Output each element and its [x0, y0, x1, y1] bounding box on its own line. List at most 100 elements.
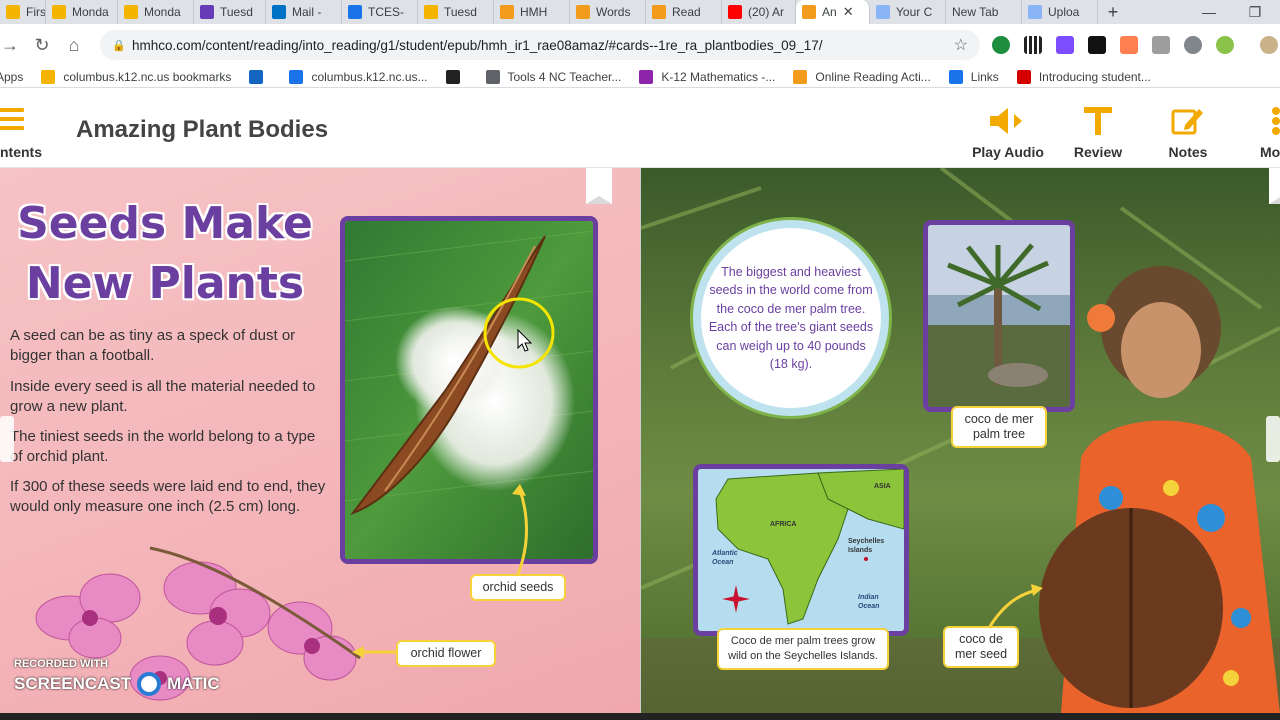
tab-favicon-icon — [424, 5, 438, 19]
browser-tab[interactable]: Mail - — [266, 0, 342, 24]
timer-extension-icon[interactable] — [1216, 36, 1234, 54]
tab-label: Mail - — [292, 5, 322, 19]
bookmark-item[interactable]: Links — [948, 69, 999, 84]
restore-button[interactable]: ❐ — [1232, 0, 1278, 24]
tab-list: First G Monda Monda Tuesd Mail - TCES- Tuesd HM… — [0, 0, 1098, 24]
close-tab-icon[interactable]: ✕ — [843, 4, 854, 20]
bookmark-item[interactable]: columbus.k12.nc.us bookmarks — [41, 69, 231, 84]
review-button[interactable]: Review — [1068, 102, 1128, 160]
orchid-flower-caption: orchid flower — [396, 640, 496, 667]
right-page: The biggest and heaviest seeds in the wo… — [641, 168, 1280, 713]
minimize-button[interactable]: — — [1186, 0, 1232, 24]
browser-tab[interactable]: HMH — [494, 0, 570, 24]
bookmark-label: columbus.k12.nc.us... — [311, 69, 428, 84]
browser-tab[interactable]: Tuesd — [418, 0, 494, 24]
bookmark-label: Apps — [0, 69, 24, 84]
browser-tab[interactable]: First G — [0, 0, 46, 24]
dark-extension-icon[interactable] — [1088, 36, 1106, 54]
browser-tab[interactable]: Monda — [46, 0, 118, 24]
bookmark-label: Tools 4 NC Teacher... — [507, 69, 622, 84]
puzzle-extension-icon[interactable] — [1056, 36, 1074, 54]
extension-green-icon[interactable] — [992, 36, 1010, 54]
more-button[interactable]: Mo — [1260, 102, 1280, 160]
page-icon — [289, 69, 304, 84]
tab-favicon-icon — [6, 5, 20, 19]
new-tab-button[interactable]: + — [1098, 0, 1128, 24]
gray-extension-icon[interactable] — [1184, 36, 1202, 54]
next-page-arrow[interactable] — [1266, 416, 1280, 462]
orchid-flower-pointer-arrow — [352, 646, 398, 658]
notes-pencil-icon — [1158, 102, 1218, 140]
map-africa: ASIA AFRICA Seychelles Islands Atlantic … — [693, 464, 909, 636]
bookmark-label: Introducing student... — [1038, 69, 1151, 84]
bookmark-item[interactable] — [249, 69, 271, 84]
browser-tab[interactable]: Uploa — [1022, 0, 1098, 24]
bookmark-item[interactable]: Introducing student... — [1016, 69, 1151, 84]
previous-page-arrow[interactable] — [0, 416, 14, 462]
bookmark-item[interactable]: Tools 4 NC Teacher... — [485, 69, 622, 84]
tab-favicon-icon — [1028, 5, 1042, 19]
bookmark-label: Links — [970, 69, 999, 84]
tab-label: First G — [26, 5, 46, 19]
page-bookmark-flag[interactable] — [586, 168, 612, 204]
book-title: Amazing Plant Bodies — [76, 116, 329, 143]
browser-tab[interactable]: Read — [646, 0, 722, 24]
play-audio-button[interactable]: Play Audio — [972, 102, 1044, 160]
browser-tab[interactable]: An ✕ — [796, 0, 870, 24]
lock-icon: 🔒 — [112, 40, 126, 52]
bookmark-item[interactable] — [445, 69, 468, 84]
url-text: hmhco.com/content/reading/into_reading/g… — [132, 37, 823, 53]
tab-favicon-icon — [52, 5, 66, 19]
tab-favicon-icon — [876, 5, 890, 19]
bookmark-item[interactable]: columbus.k12.nc.us... — [289, 69, 428, 84]
browser-tab[interactable]: Tuesd — [194, 0, 266, 24]
browser-tab[interactable]: New Tab — [946, 0, 1022, 24]
cursor-highlight — [483, 297, 555, 369]
seed-caption: coco de mer seed — [943, 626, 1019, 668]
tab-label: HMH — [520, 5, 548, 19]
chart-icon — [793, 69, 808, 84]
menu-icon[interactable] — [0, 108, 24, 130]
screencast-watermark: RECORDED WITH SCREENCAST MATIC — [14, 658, 220, 696]
reload-button[interactable]: ↻ — [26, 29, 58, 61]
back-button[interactable]: → — [0, 29, 26, 61]
home-button[interactable]: ⌂ — [58, 29, 90, 61]
notes-button[interactable]: Notes — [1158, 102, 1218, 160]
tab-label: Read — [672, 5, 701, 19]
bookmark-item[interactable]: Online Reading Acti... — [793, 69, 931, 84]
qr-extension-icon[interactable] — [1024, 36, 1042, 54]
tab-label: (20) Ar — [748, 5, 785, 19]
compass-rose-icon — [722, 585, 750, 613]
tab-label: Monda — [72, 5, 109, 19]
watermark-line1: RECORDED WITH — [14, 658, 109, 670]
girl-with-coco-de-mer-seed — [1039, 266, 1280, 713]
browser-tab[interactable]: TCES- — [342, 0, 418, 24]
map-label-indian: Indian Ocean — [858, 594, 880, 610]
paragraph-1: A seed can be as tiny as a speck of dust… — [10, 327, 296, 364]
bookmark-item[interactable]: Apps — [0, 70, 23, 84]
browser-tab[interactable]: Your C — [870, 0, 946, 24]
arrow-extension-icon[interactable] — [1120, 36, 1138, 54]
browser-tab[interactable]: (20) Ar — [722, 0, 796, 24]
profile-avatar-icon[interactable] — [1260, 36, 1278, 54]
tab-label: An — [822, 5, 837, 19]
left-page: Seeds Make New Plants A seed can be as t… — [0, 168, 640, 713]
orchid-seeds-caption: orchid seeds — [470, 574, 566, 601]
browser-tab[interactable]: Words — [570, 0, 646, 24]
bookmark-star-icon[interactable]: ☆ — [954, 35, 968, 55]
grid-extension-icon[interactable] — [1152, 36, 1170, 54]
seed-pointer-arrow — [987, 584, 1043, 629]
bookmark-item[interactable]: K-12 Mathematics -... — [639, 69, 776, 84]
tab-favicon-icon — [500, 5, 514, 19]
tab-label: Tuesd — [444, 5, 477, 19]
map-label-africa: AFRICA — [770, 521, 797, 528]
bookmark-label: K-12 Mathematics -... — [661, 69, 776, 84]
orchid-seeds-photo — [340, 216, 598, 564]
contents-label[interactable]: ntents — [0, 144, 42, 160]
math-icon — [639, 69, 654, 84]
browser-tab[interactable]: Monda — [118, 0, 194, 24]
address-bar[interactable]: 🔒 hmhco.com/content/reading/into_reading… — [100, 30, 980, 60]
reader-header: ntents Amazing Plant Bodies Play Audio R… — [0, 88, 1280, 168]
page-bookmark-flag-right[interactable] — [1269, 168, 1280, 204]
paragraph-4: If 300 of these seeds were laid end to e… — [10, 478, 326, 515]
